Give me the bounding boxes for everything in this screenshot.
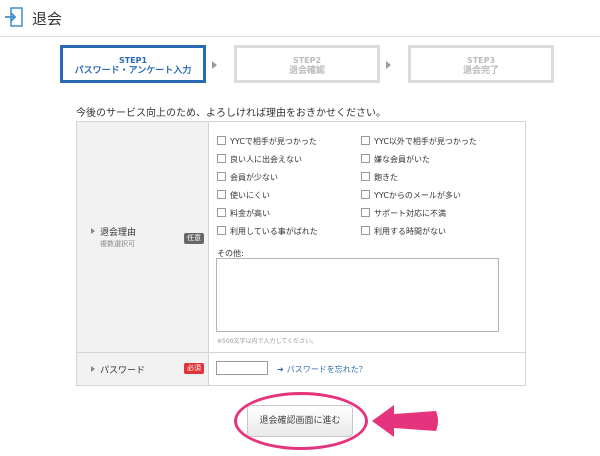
reason-option[interactable]: 料金が高い xyxy=(217,208,270,219)
bullet-arrow-icon xyxy=(91,228,95,234)
other-reason-textarea[interactable] xyxy=(216,258,499,332)
reason-option[interactable]: 飽きた xyxy=(361,172,398,183)
checkbox[interactable] xyxy=(361,136,370,145)
checkbox[interactable] xyxy=(217,226,226,235)
forgot-password-text: パスワードを忘れた？ xyxy=(286,365,367,374)
proceed-to-confirm-button[interactable]: 退会確認画面に進む xyxy=(247,405,353,437)
checkbox[interactable] xyxy=(217,136,226,145)
reason-option-label: 良い人に出会えない xyxy=(230,155,302,164)
required-badge: 必須 xyxy=(184,363,204,374)
password-input[interactable] xyxy=(216,361,268,375)
step-arrow-icon xyxy=(212,61,217,69)
reason-option-label: 利用する時間がない xyxy=(374,227,446,236)
step-arrow-icon xyxy=(386,61,391,69)
step-2-label: STEP2 xyxy=(292,56,322,65)
forgot-password-link[interactable]: ➜ パスワードを忘れた？ xyxy=(277,364,367,375)
password-label-text: パスワード xyxy=(100,366,146,376)
pointer-arrow-icon xyxy=(372,405,438,437)
step-1-name: パスワード・アンケート入力 xyxy=(74,66,192,76)
checkbox[interactable] xyxy=(217,190,226,199)
reason-option-label: YYCで相手が見つかった xyxy=(230,137,317,146)
withdrawal-form: 退会理由 複数選択可 任意 YYCで相手が見つかった 良い人に出会えない 会員が… xyxy=(76,121,526,386)
reason-label: 退会理由 xyxy=(91,225,136,238)
step-2: STEP2 退会確認 xyxy=(234,45,380,83)
reason-option[interactable]: YYC以外で相手が見つかった xyxy=(361,136,477,147)
reason-option[interactable]: 嫌な会員がいた xyxy=(361,154,430,165)
checkbox[interactable] xyxy=(361,226,370,235)
checkbox[interactable] xyxy=(217,172,226,181)
reason-option[interactable]: 使いにくい xyxy=(217,190,270,201)
reason-option-label: 利用している事がばれた xyxy=(230,227,318,236)
password-label: パスワード xyxy=(91,363,145,376)
checkbox[interactable] xyxy=(361,154,370,163)
step-3-name: 退会完了 xyxy=(462,66,499,76)
reason-option[interactable]: サポート対応に不満 xyxy=(361,208,446,219)
reason-option-label: 料金が高い xyxy=(230,209,270,218)
exit-door-icon xyxy=(5,7,23,27)
form-label-column xyxy=(77,122,209,385)
step-2-name: 退会確認 xyxy=(288,66,325,76)
optional-badge: 任意 xyxy=(184,233,204,244)
reason-option-label: 飽きた xyxy=(374,173,398,182)
reason-option-label: YYCからのメールが多い xyxy=(374,191,461,200)
reason-option-label: 会員が少ない xyxy=(230,173,278,182)
step-3-label: STEP3 xyxy=(466,56,496,65)
reason-option-label: YYC以外で相手が見つかった xyxy=(374,137,477,146)
reason-option-label: サポート対応に不満 xyxy=(374,209,446,218)
reason-option[interactable]: YYCで相手が見つかった xyxy=(217,136,317,147)
checkbox[interactable] xyxy=(217,208,226,217)
reason-option[interactable]: 良い人に出会えない xyxy=(217,154,302,165)
arrow-right-icon: ➜ xyxy=(277,365,284,374)
step-1-label: STEP1 xyxy=(118,56,148,65)
reason-label-text: 退会理由 xyxy=(100,228,137,238)
bullet-arrow-icon xyxy=(91,366,95,372)
reason-option-label: 使いにくい xyxy=(230,191,270,200)
reason-sublabel: 複数選択可 xyxy=(100,240,135,248)
reason-option-label: 嫌な会員がいた xyxy=(374,155,430,164)
reason-option[interactable]: YYCからのメールが多い xyxy=(361,190,461,201)
page-title: 退会 xyxy=(32,10,63,28)
reason-option[interactable]: 利用する時間がない xyxy=(361,226,446,237)
step-3: STEP3 退会完了 xyxy=(408,45,554,83)
row-divider xyxy=(77,352,525,353)
checkbox[interactable] xyxy=(361,190,370,199)
intro-text: 今後のサービス向上のため、よろしければ理由をおきかせください。 xyxy=(76,108,386,119)
checkbox[interactable] xyxy=(361,208,370,217)
char-limit-hint: ※500文字以内で入力してください。 xyxy=(217,338,318,345)
checkbox[interactable] xyxy=(217,154,226,163)
checkbox[interactable] xyxy=(361,172,370,181)
reason-option[interactable]: 利用している事がばれた xyxy=(217,226,318,237)
reason-option[interactable]: 会員が少ない xyxy=(217,172,278,183)
page-header: 退会 xyxy=(0,0,600,37)
step-1: STEP1 パスワード・アンケート入力 xyxy=(60,45,206,83)
